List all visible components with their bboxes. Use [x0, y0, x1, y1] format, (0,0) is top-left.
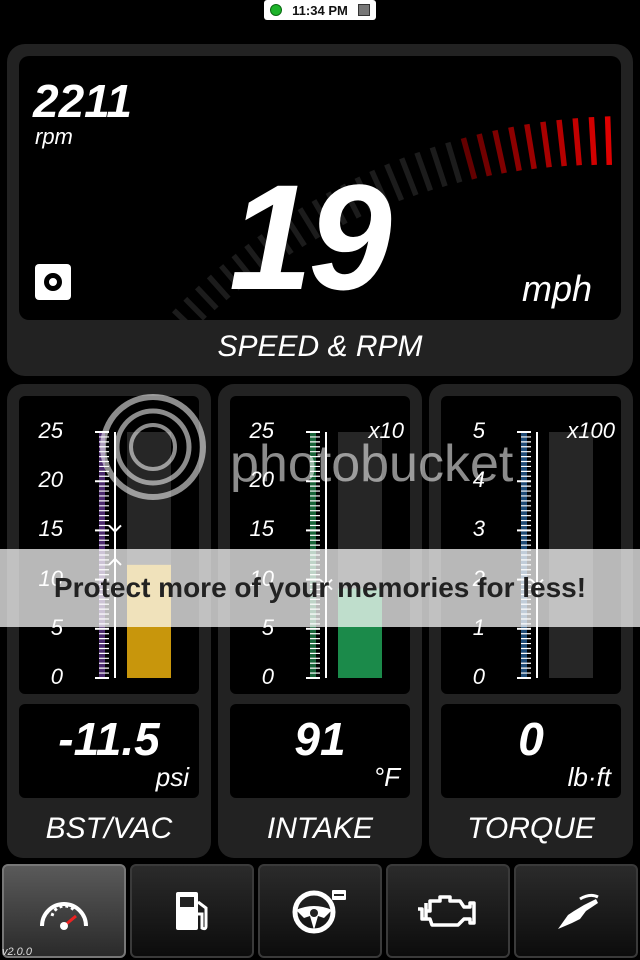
speed-rpm-display: 2211 rpm 19 mph	[19, 56, 621, 320]
fuel-nozzle-icon	[558, 893, 599, 929]
gauge-value-display: 0 lb·ft	[441, 704, 621, 798]
gauge-value-display: 91 °F	[230, 704, 410, 798]
tick-label: 0	[50, 664, 63, 689]
rpm-value: 2211	[33, 75, 132, 127]
speedometer-icon	[40, 902, 88, 930]
rpm-segment	[460, 137, 478, 180]
check-engine-icon	[418, 895, 476, 927]
record-button[interactable]	[35, 264, 71, 300]
watermark-logo-text: photobucket	[230, 435, 514, 493]
watermark-banner-text: Protect more of your memories for less!	[53, 572, 587, 603]
gauge-value: 0	[518, 713, 544, 765]
tick-label: 15	[38, 516, 63, 542]
gauge-name: INTAKE	[266, 812, 374, 845]
record-icon	[44, 273, 62, 291]
nav-driving-button[interactable]	[258, 864, 382, 958]
gauge-name: BST/VAC	[45, 812, 173, 845]
gauge-unit: psi	[155, 762, 189, 792]
tick-label: 0	[472, 664, 485, 689]
fuel-pump-icon	[176, 892, 208, 931]
rpm-segment	[399, 157, 419, 197]
rpm-segment	[414, 151, 434, 192]
rpm-segment	[206, 274, 231, 301]
tick-label: 25	[38, 418, 63, 443]
rpm-segment	[476, 133, 493, 177]
rpm-segment	[588, 116, 597, 166]
status-time: 11:34 PM	[292, 2, 348, 18]
rpm-segment	[492, 129, 507, 174]
tick-label: 20	[38, 467, 63, 493]
rpm-segment	[540, 121, 552, 168]
rpm-segment	[171, 308, 188, 320]
gauge-unit: °F	[373, 762, 400, 792]
speed-rpm-panel[interactable]: 2211 rpm 19 mph SPEED & RPM	[7, 44, 633, 376]
rpm-segment	[429, 146, 448, 188]
gauge-value: -11.5	[58, 713, 160, 765]
rpm-unit: rpm	[35, 124, 73, 149]
scale-multiplier: x100	[567, 418, 615, 443]
rpm-segment	[556, 119, 567, 167]
rpm-segment	[604, 116, 613, 166]
rpm-segment	[445, 141, 463, 184]
nav-gauges-button[interactable]	[2, 864, 126, 958]
nav-fuel-economy-button[interactable]	[514, 864, 638, 958]
rpm-segment	[194, 285, 219, 311]
nav-diagnostics-button[interactable]	[386, 864, 510, 958]
version-label: v2.0.0	[2, 946, 32, 958]
gauge-name: TORQUE	[467, 812, 595, 845]
tick-label: 3	[472, 516, 485, 542]
steering-wheel-icon	[292, 890, 346, 934]
rpm-segment	[384, 163, 405, 202]
gauge-value-display: -11.5 psi	[19, 704, 199, 798]
gauge-value: 91	[294, 713, 346, 765]
nav-fuel-button[interactable]	[130, 864, 254, 958]
speed-value: 19	[229, 153, 392, 320]
watermark-logo-icon	[100, 394, 206, 500]
panel-title: SPEED & RPM	[217, 330, 423, 363]
bottom-nav	[0, 864, 640, 960]
rpm-segment	[508, 126, 522, 172]
speed-unit: mph	[522, 268, 593, 309]
tick-label: 15	[249, 516, 274, 542]
gauge-unit: lb·ft	[567, 762, 611, 792]
status-bar: 11:34 PM	[264, 0, 376, 20]
rpm-segment	[524, 123, 537, 170]
rpm-segment	[572, 118, 582, 166]
rpm-segment	[183, 296, 207, 320]
battery-icon	[358, 4, 370, 16]
tick-label: 0	[261, 664, 274, 689]
connection-indicator-icon	[270, 4, 282, 16]
